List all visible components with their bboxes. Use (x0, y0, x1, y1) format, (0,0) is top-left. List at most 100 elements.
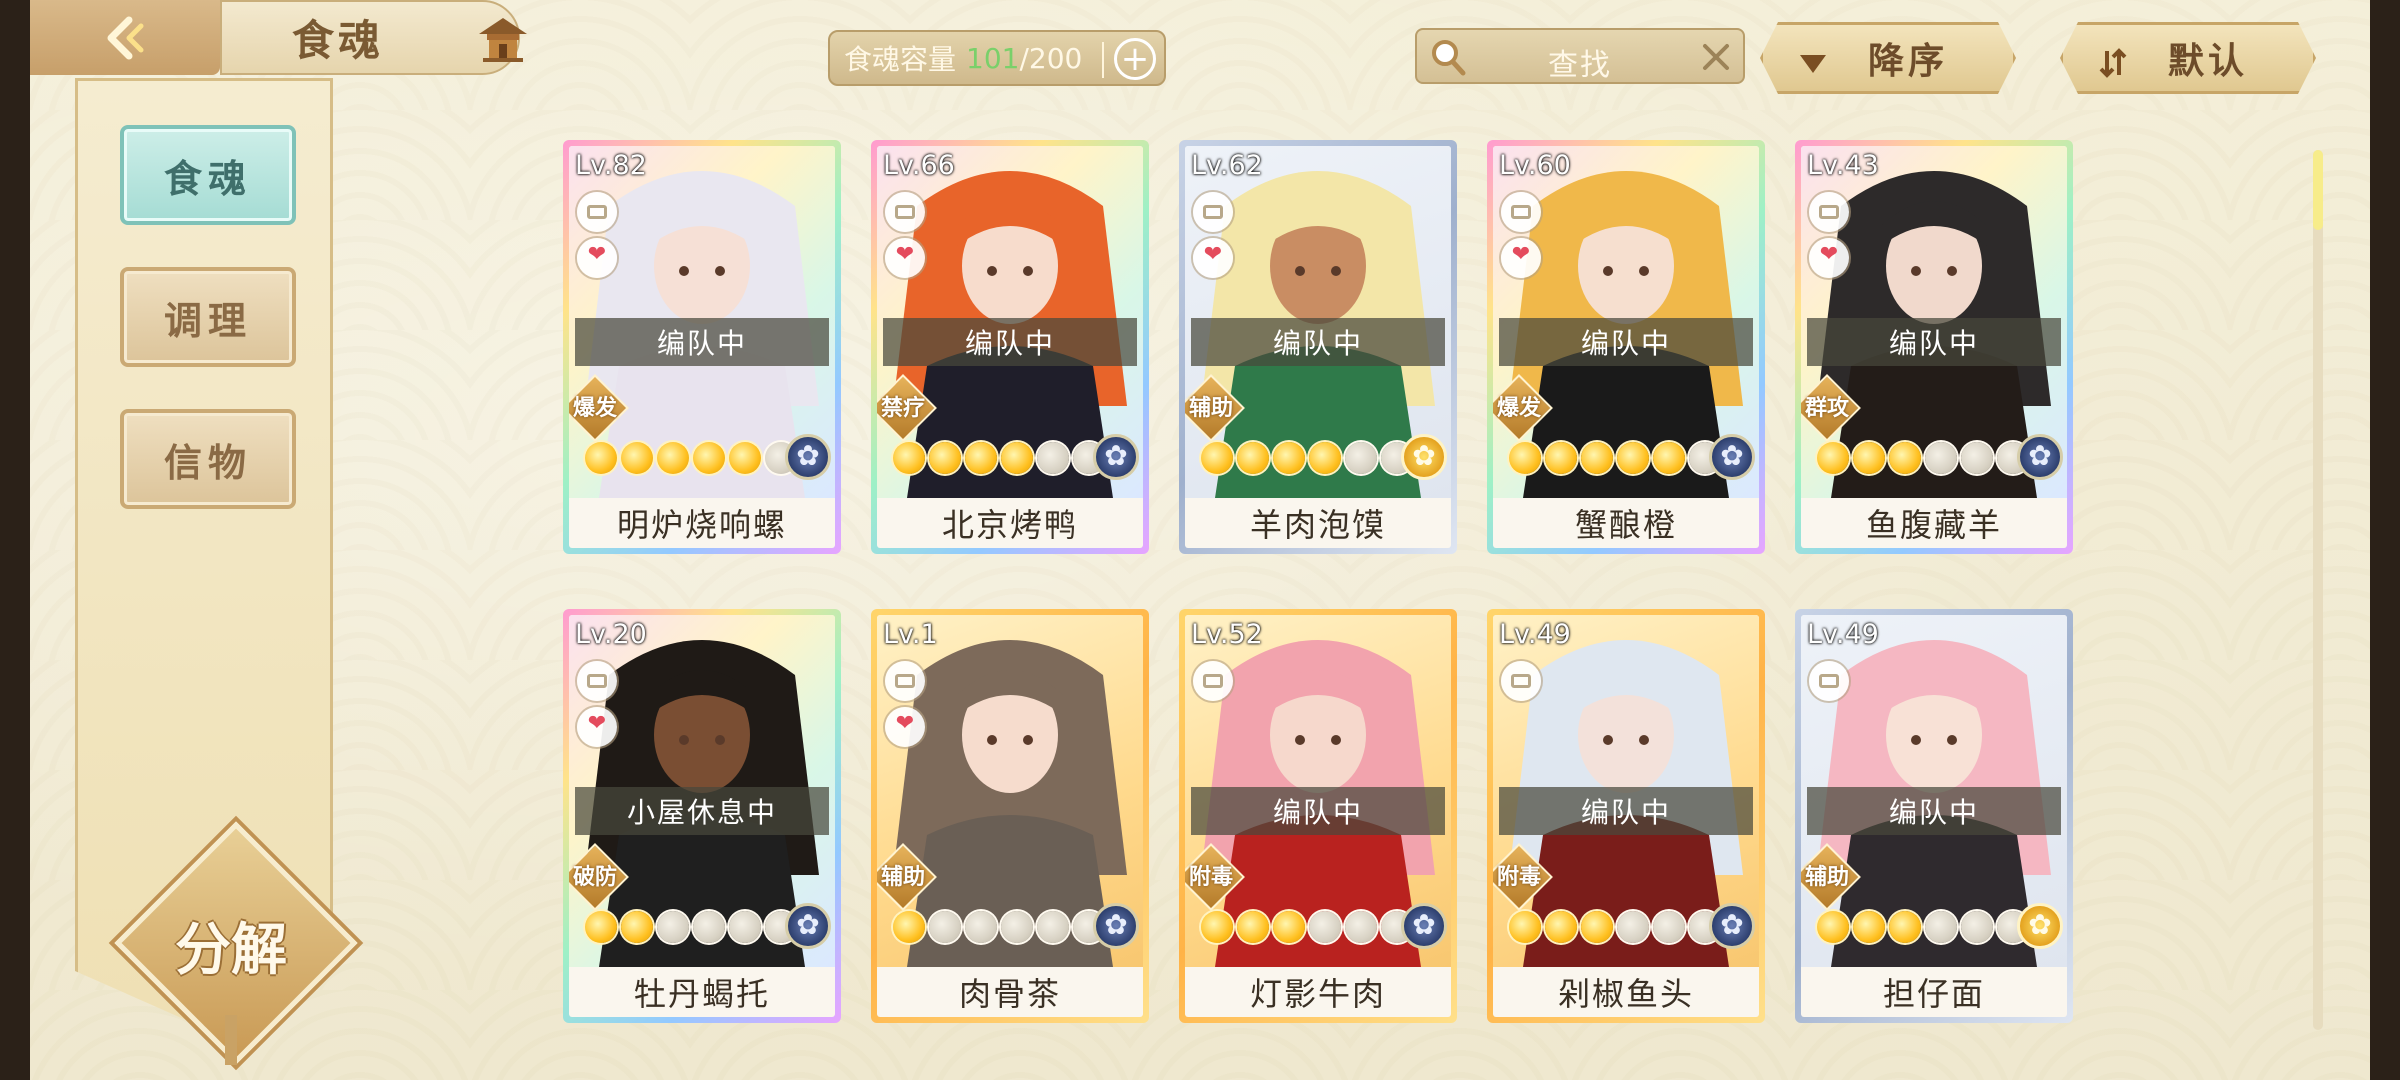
element-icon (1709, 434, 1755, 480)
star-icon (893, 911, 925, 943)
card-body: Lv.82 编队中爆发明炉烧响螺 (569, 146, 835, 548)
star-icon (1309, 911, 1341, 943)
level-label: Lv.49 (1499, 619, 1571, 650)
star-icon (1617, 911, 1649, 943)
star-icon (1345, 911, 1377, 943)
star-rating (585, 442, 797, 474)
status-badge: 编队中 (1191, 787, 1445, 835)
sort-order-button[interactable]: 降序 (1760, 22, 2016, 94)
star-icon (1581, 911, 1613, 943)
food-soul-card[interactable]: Lv.60 编队中爆发蟹酿橙 (1487, 140, 1765, 554)
decompose-label[interactable]: 分解 (140, 905, 322, 986)
food-soul-card[interactable]: Lv.1 辅助肉骨茶 (871, 609, 1149, 1023)
status-badge: 编队中 (575, 318, 829, 366)
lock-icon[interactable] (885, 661, 925, 701)
lock-icon[interactable] (1809, 661, 1849, 701)
heart-icon[interactable] (1501, 238, 1541, 278)
food-soul-card[interactable]: Lv.52 编队中附毒灯影牛肉 (1179, 609, 1457, 1023)
level-label: Lv.52 (1191, 619, 1263, 650)
star-icon (1509, 911, 1541, 943)
role-tag: 爆发 (569, 374, 629, 442)
food-soul-card[interactable]: Lv.20 小屋休息中破防牡丹蝎托 (563, 609, 841, 1023)
heart-icon[interactable] (1193, 238, 1233, 278)
card-name: 鱼腹藏羊 (1865, 506, 2002, 544)
scrollbar-track[interactable] (2313, 150, 2323, 1030)
card-body: Lv.62 编队中辅助羊肉泡馍 (1185, 146, 1451, 548)
pavilion-icon[interactable] (475, 12, 531, 64)
lock-icon[interactable] (577, 661, 617, 701)
back-button[interactable] (30, 0, 220, 75)
star-icon (1925, 911, 1957, 943)
expand-capacity-button[interactable]: + (1114, 38, 1156, 80)
status-badge: 编队中 (1807, 787, 2061, 835)
food-soul-card[interactable]: Lv.66 编队中禁疗北京烤鸭 (871, 140, 1149, 554)
star-icon (1001, 442, 1033, 474)
heart-icon[interactable] (577, 238, 617, 278)
status-badge: 编队中 (1807, 318, 2061, 366)
clear-icon[interactable] (1699, 40, 1733, 74)
star-icon (1925, 442, 1957, 474)
star-icon (657, 911, 689, 943)
heart-icon[interactable] (885, 238, 925, 278)
lock-icon[interactable] (1501, 661, 1541, 701)
lock-icon[interactable] (1501, 192, 1541, 232)
level-label: Lv.66 (883, 150, 955, 181)
star-rating (1817, 442, 2029, 474)
heart-icon[interactable] (1809, 238, 1849, 278)
star-icon (1653, 911, 1685, 943)
food-soul-card[interactable]: Lv.43 编队中群攻鱼腹藏羊 (1795, 140, 2073, 554)
element-icon (1093, 434, 1139, 480)
tab-conditioning[interactable]: 调理 (120, 267, 296, 367)
sort-arrows-icon (2097, 47, 2129, 79)
heart-icon[interactable] (577, 707, 617, 747)
star-icon (965, 442, 997, 474)
food-soul-card[interactable]: Lv.49 编队中辅助担仔面 (1795, 609, 2073, 1023)
star-icon (693, 442, 725, 474)
star-icon (1273, 442, 1305, 474)
food-soul-card[interactable]: Lv.62 编队中辅助羊肉泡馍 (1179, 140, 1457, 554)
card-name: 剁椒鱼头 (1557, 975, 1694, 1013)
lock-icon[interactable] (1193, 661, 1233, 701)
star-icon (1853, 442, 1885, 474)
element-icon (1093, 903, 1139, 949)
star-icon (729, 442, 761, 474)
search-box[interactable]: 查找 (1415, 28, 1745, 84)
triangle-down-icon (1797, 47, 1829, 79)
food-soul-card[interactable]: Lv.49 编队中附毒剁椒鱼头 (1487, 609, 1765, 1023)
status-badge: 编队中 (1191, 318, 1445, 366)
role-label: 辅助 (1804, 865, 1849, 890)
lock-icon[interactable] (1809, 192, 1849, 232)
element-icon (2017, 903, 2063, 949)
star-icon (1653, 442, 1685, 474)
heart-icon[interactable] (885, 707, 925, 747)
food-soul-card[interactable]: Lv.82 编队中爆发明炉烧响螺 (563, 140, 841, 554)
star-icon (585, 911, 617, 943)
search-input[interactable]: 查找 (1417, 40, 1743, 84)
star-icon (1201, 442, 1233, 474)
role-tag: 附毒 (1185, 843, 1245, 911)
status-badge: 编队中 (1499, 318, 1753, 366)
tab-food-souls[interactable]: 食魂 (120, 125, 296, 225)
lock-icon[interactable] (885, 192, 925, 232)
sort-default-button[interactable]: 默认 (2060, 22, 2316, 94)
star-icon (1961, 911, 1993, 943)
role-label: 附毒 (1496, 865, 1541, 890)
role-tag: 爆发 (1493, 374, 1553, 442)
tab-tokens[interactable]: 信物 (120, 409, 296, 509)
lock-icon[interactable] (577, 192, 617, 232)
star-icon (1237, 911, 1269, 943)
card-body: Lv.60 编队中爆发蟹酿橙 (1493, 146, 1759, 548)
scrollbar-thumb[interactable] (2313, 150, 2323, 230)
star-icon (1237, 442, 1269, 474)
star-icon (1961, 442, 1993, 474)
star-icon (1581, 442, 1613, 474)
capacity-current: 101 (966, 41, 1020, 75)
status-badge: 小屋休息中 (575, 787, 829, 835)
card-body: Lv.49 编队中附毒剁椒鱼头 (1493, 615, 1759, 1017)
card-name: 灯影牛肉 (1249, 975, 1386, 1013)
star-rating (1817, 911, 2029, 943)
star-icon (657, 442, 689, 474)
card-body: Lv.49 编队中辅助担仔面 (1801, 615, 2067, 1017)
level-label: Lv.49 (1807, 619, 1879, 650)
lock-icon[interactable] (1193, 192, 1233, 232)
